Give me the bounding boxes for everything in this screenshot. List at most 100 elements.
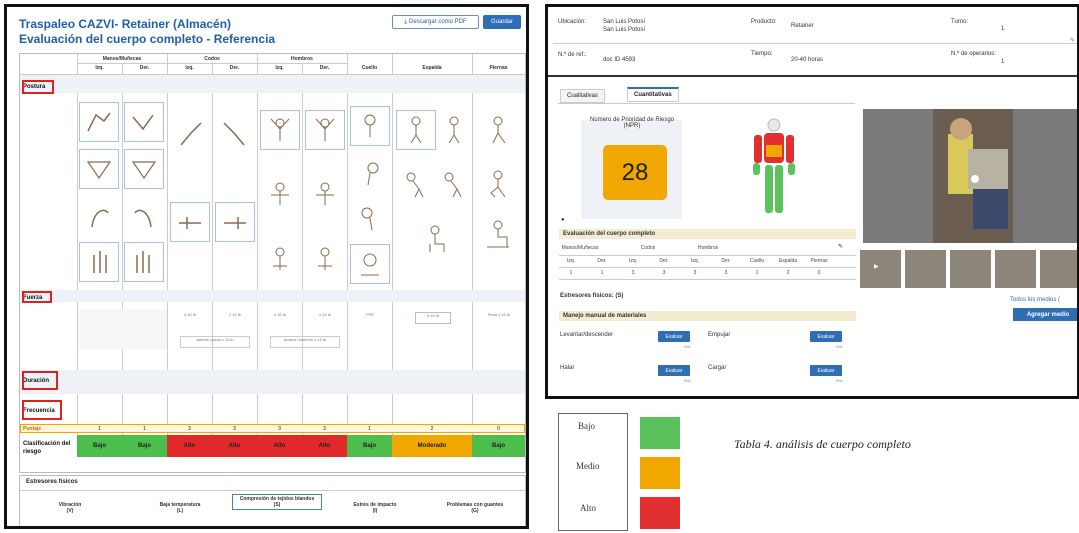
posture-image[interactable] [350, 199, 390, 239]
save-button[interactable]: Guardar [483, 15, 521, 29]
force-value: ≥ 10 lb [229, 312, 241, 317]
na-label: N/A [684, 378, 691, 383]
score-value: 1 [98, 426, 101, 432]
right-screenshot: Ubicación: San Luis Potosí San Luis Poto… [545, 4, 1079, 399]
item-label: Cargar [708, 365, 727, 371]
posture-image[interactable] [124, 196, 164, 236]
posture-image[interactable] [434, 110, 474, 150]
force-value: ≥ 10 lb [319, 312, 331, 317]
score-value: 2 [430, 426, 434, 432]
column-header: Izq. [185, 65, 194, 71]
posture-image[interactable] [79, 149, 119, 189]
posture-image[interactable] [124, 149, 164, 189]
eval-value: 3 [631, 270, 635, 276]
risk-legend: Bajo Medio Alto [558, 413, 686, 531]
eval-value: 2 [786, 270, 790, 276]
posture-image[interactable] [79, 102, 119, 142]
score-value: 1 [143, 426, 146, 432]
play-icon[interactable]: ▶ [874, 263, 879, 270]
body-diagram [753, 118, 795, 213]
force-value: Pesa ≥ 10 lb [487, 312, 511, 317]
posture-image[interactable] [350, 106, 390, 146]
force-box[interactable]: Ambos codos ≥ 15 lb [180, 336, 250, 348]
media-thumbnail[interactable] [860, 250, 901, 288]
tab-cualitativas[interactable]: Cualitativas [560, 89, 606, 103]
figure-caption: Tabla 4. análisis de cuerpo completo [734, 437, 911, 451]
risk-classification-cell: Alto [257, 435, 302, 457]
media-thumbnail[interactable] [950, 250, 991, 288]
operarios-label: N.º de operarios: [951, 51, 996, 57]
posture-image[interactable] [350, 154, 390, 194]
posture-image[interactable] [305, 239, 345, 279]
npr-value: 28 [603, 145, 667, 200]
posture-image[interactable] [478, 164, 518, 204]
ubicacion-value: San Luis Potosí [603, 19, 646, 25]
posture-image[interactable] [260, 174, 300, 214]
force-value[interactable]: ≥ 25 lb [415, 312, 451, 324]
page-title: Traspaleo CAZVI- Retainer (Almacén) [19, 17, 232, 31]
eval-group-header: Hombros [697, 245, 719, 251]
tab-cuantitativas[interactable]: Cuantitativas [627, 87, 679, 102]
posture-image[interactable] [350, 244, 390, 284]
posture-image[interactable] [215, 202, 255, 242]
posture-image[interactable] [478, 214, 518, 254]
evaluate-button[interactable]: Evaluar [810, 365, 842, 376]
posture-image[interactable] [396, 164, 436, 204]
download-pdf-button[interactable]: ⤓ Descargar como PDF [392, 15, 479, 29]
posture-image[interactable] [170, 202, 210, 242]
posture-image[interactable] [79, 242, 119, 282]
posture-image[interactable] [260, 110, 300, 150]
posture-image[interactable] [79, 196, 119, 236]
legend-medio: Medio [576, 461, 600, 471]
workplace-photo[interactable] [863, 109, 1077, 243]
left-screenshot: Traspaleo CAZVI- Retainer (Almacén) Eval… [4, 4, 529, 529]
na-label: N/A [836, 344, 843, 349]
posture-image[interactable] [215, 114, 255, 154]
posture-image[interactable] [478, 110, 518, 150]
add-media-button[interactable]: Agregar medio [1013, 308, 1077, 321]
posture-image[interactable] [396, 110, 436, 150]
column-header: Piernas [489, 65, 508, 71]
na-label: N/A [684, 344, 691, 349]
stressor-item[interactable]: Baja temperatura (L) [130, 502, 230, 514]
score-value: 0 [497, 426, 500, 432]
stressor-item[interactable]: Problemas con guantes (G) [430, 502, 520, 514]
posture-image[interactable] [415, 219, 455, 259]
stressor-item-selected[interactable]: Compresión de tejidos blandos (S) [232, 494, 322, 510]
edit-icon[interactable]: ✎ [838, 243, 843, 250]
force-box[interactable]: Ambos hombros ≥ 15 lb [270, 336, 340, 348]
tiempo-label: Tiempo: [751, 51, 773, 57]
media-thumbnail[interactable] [905, 250, 946, 288]
stressor-item[interactable]: Estrés de impacto (I) [335, 502, 415, 514]
evaluate-button[interactable]: Evaluar [658, 331, 690, 342]
force-value: PPE [365, 312, 374, 317]
all-media-link[interactable]: Todos los medios ( [1010, 297, 1060, 303]
info-icon[interactable]: ● [561, 217, 565, 223]
page-subtitle: Evaluación del cuerpo completo - Referen… [19, 32, 276, 46]
posture-image[interactable] [305, 174, 345, 214]
eval-title: Evaluación del cuerpo completo [559, 229, 856, 239]
eval-column-header: Cuello [749, 258, 765, 264]
score-value: 3 [323, 426, 326, 432]
evaluate-button[interactable]: Evaluar [810, 331, 842, 342]
operarios-value: 1 [1001, 59, 1005, 65]
posture-image[interactable] [434, 164, 474, 204]
risk-classification-cell: Bajo [77, 435, 122, 457]
media-thumbnail[interactable] [1040, 250, 1077, 288]
posture-image[interactable] [124, 102, 164, 142]
force-images[interactable] [79, 309, 167, 349]
posture-image[interactable] [170, 114, 210, 154]
stressor-item[interactable]: Vibración (V) [30, 502, 110, 514]
risk-classification-cell: Moderado [392, 435, 472, 457]
risk-classification-cell: Alto [167, 435, 212, 457]
eval-column-header: Der. [659, 258, 669, 264]
posture-image[interactable] [305, 110, 345, 150]
score-value: 3 [188, 426, 191, 432]
eval-column-header: Piernas [810, 258, 828, 264]
column-header: Espalda [422, 65, 442, 71]
posture-image[interactable] [260, 239, 300, 279]
legend-color-alto [640, 497, 680, 529]
posture-image[interactable] [124, 242, 164, 282]
evaluate-button[interactable]: Evaluar [658, 365, 690, 376]
media-thumbnail[interactable] [995, 250, 1036, 288]
